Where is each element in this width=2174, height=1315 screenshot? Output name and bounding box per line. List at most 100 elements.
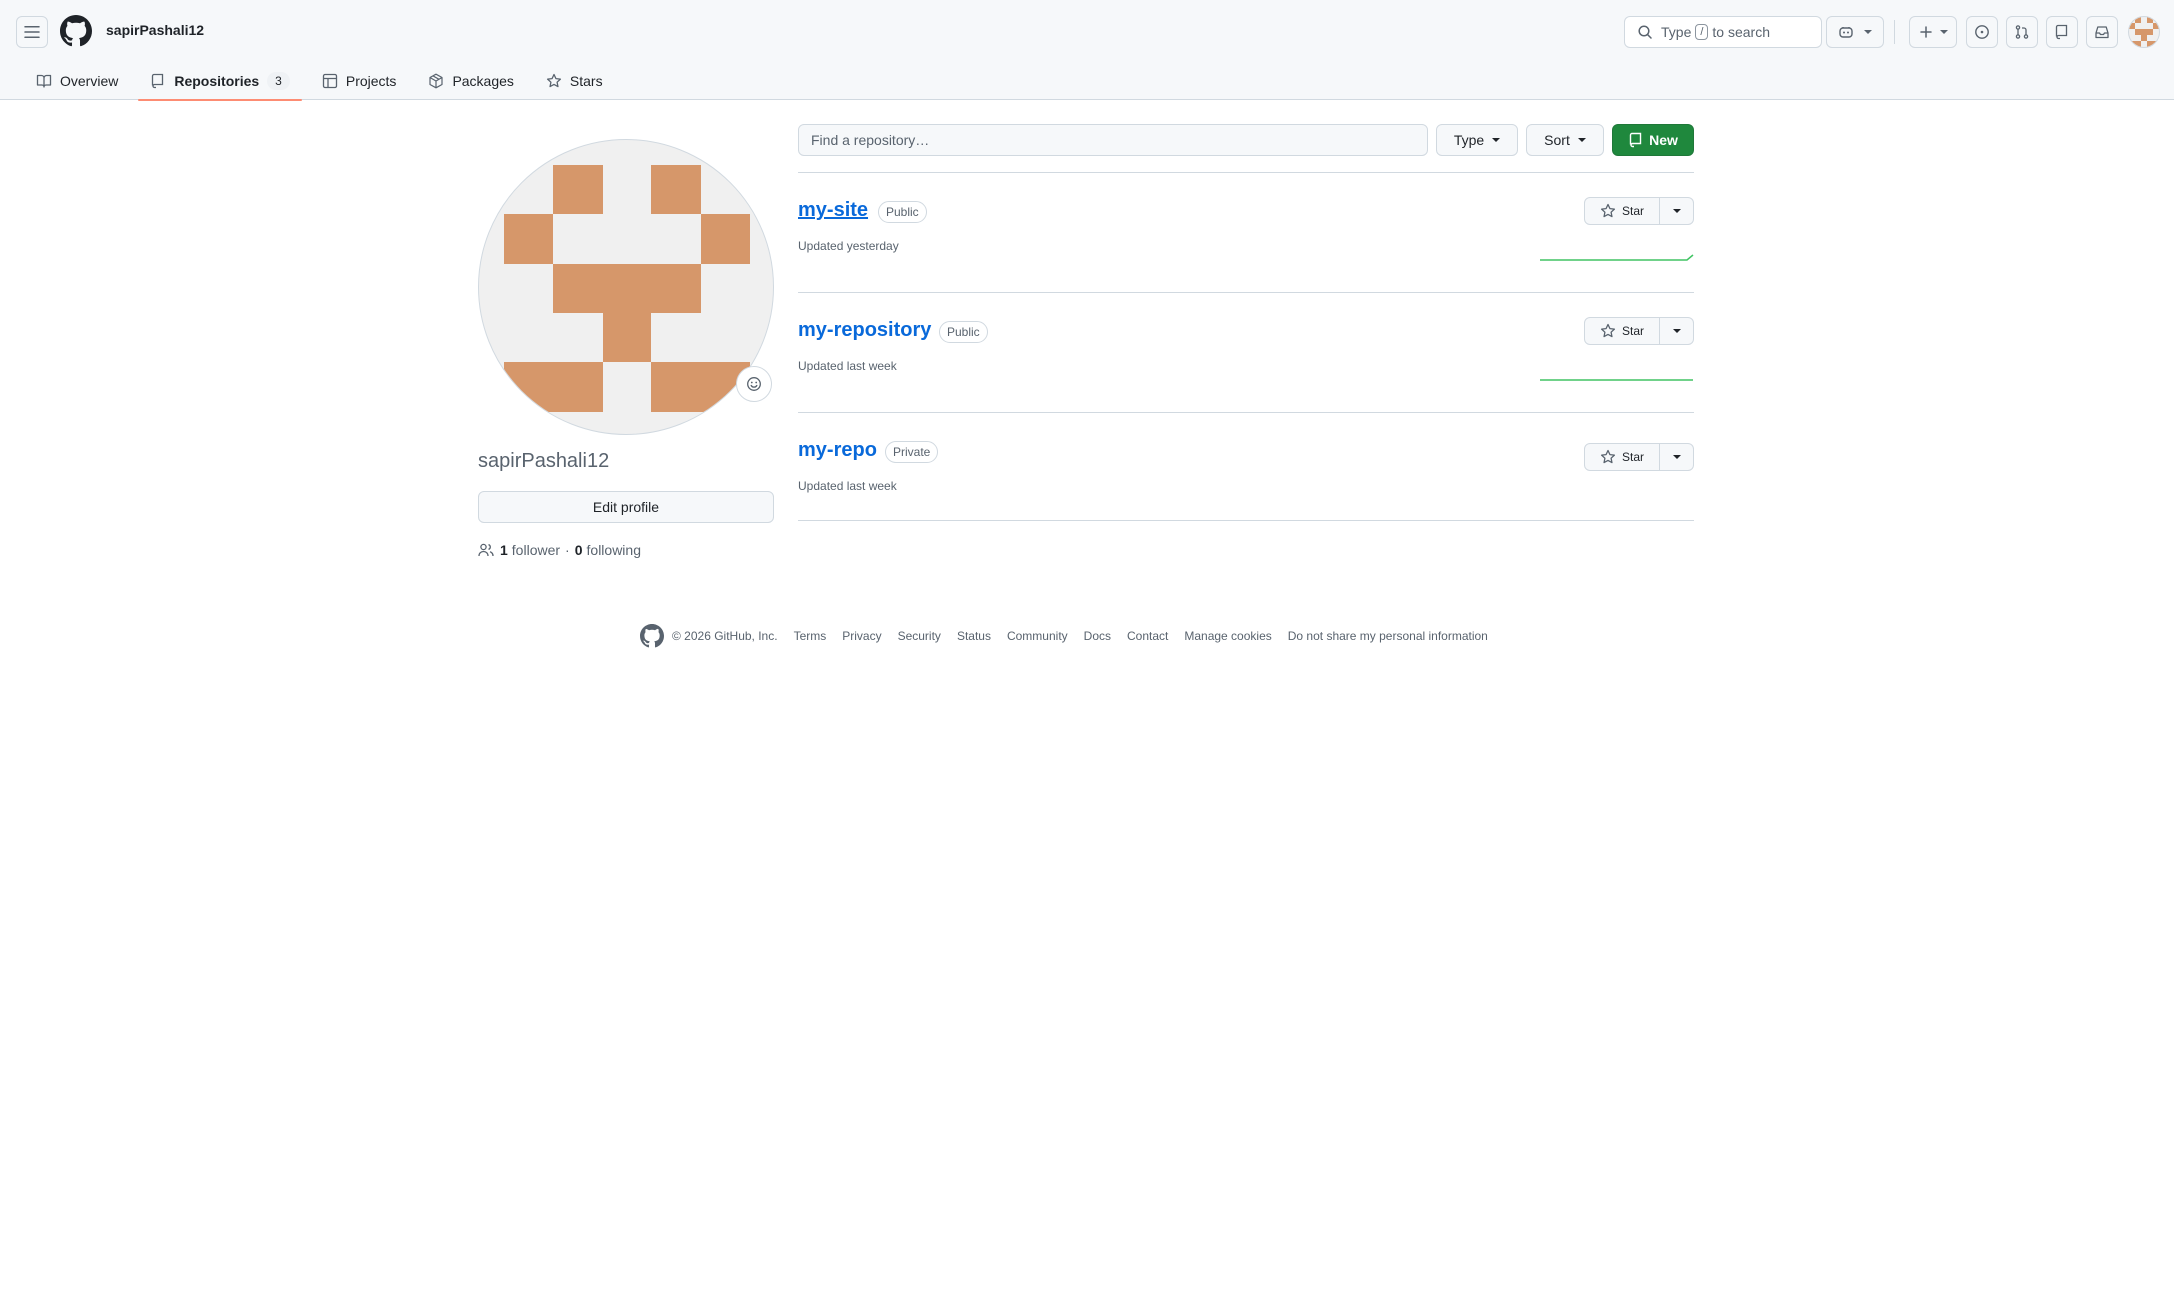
visibility-badge: Public	[878, 201, 927, 223]
edit-profile-button[interactable]: Edit profile	[478, 491, 774, 523]
repo-updated-text: Updated yesterday	[798, 239, 899, 253]
chevron-down-icon	[1864, 30, 1872, 34]
repositories-button[interactable]	[2046, 16, 2078, 48]
footer-link-docs[interactable]: Docs	[1084, 629, 1111, 643]
footer-link-manage-cookies[interactable]: Manage cookies	[1184, 629, 1271, 643]
profile-avatar[interactable]	[478, 139, 774, 435]
star-button[interactable]: Star	[1584, 443, 1660, 471]
star-list-dropdown[interactable]	[1660, 197, 1694, 225]
activity-sparkline	[1540, 379, 1693, 381]
sort-filter-button[interactable]: Sort	[1526, 124, 1604, 156]
menu-button[interactable]	[16, 16, 48, 48]
search-prefix: Type	[1661, 24, 1692, 40]
star-button[interactable]: Star	[1584, 197, 1660, 225]
search-icon	[1638, 25, 1652, 39]
star-button-label: Star	[1621, 324, 1644, 338]
github-logo-icon[interactable]	[60, 15, 92, 47]
footer-link-community[interactable]: Community	[1007, 629, 1068, 643]
repo-list-item: my-site Public Updated yesterday Star	[798, 173, 1694, 293]
repo-updated-text: Updated last week	[798, 359, 897, 373]
chevron-down-icon	[1672, 209, 1681, 213]
new-repository-button[interactable]: New	[1612, 124, 1694, 156]
star-button-group: Star	[1584, 317, 1694, 345]
tab-stars-label: Stars	[569, 73, 603, 89]
tab-repositories-label: Repositories	[174, 73, 260, 89]
footer-link-privacy[interactable]: Privacy	[842, 629, 881, 643]
star-button[interactable]: Star	[1584, 317, 1660, 345]
chevron-down-icon	[1672, 329, 1681, 333]
repo-name-link[interactable]: my-repository	[798, 319, 931, 342]
chevron-down-icon	[1492, 138, 1501, 142]
tab-repositories[interactable]: Repositories 3	[138, 62, 302, 101]
repo-name-link[interactable]: my-repo	[798, 439, 877, 462]
repo-name-link[interactable]: my-site	[798, 199, 868, 222]
following-link[interactable]: 0 following	[575, 542, 641, 558]
issues-button[interactable]	[1966, 16, 1998, 48]
star-button-group: Star	[1584, 197, 1694, 225]
copilot-icon	[1839, 27, 1853, 38]
repositories-count-badge: 3	[267, 72, 290, 90]
footer-link-do-not-share[interactable]: Do not share my personal information	[1288, 629, 1488, 643]
header-divider	[1894, 20, 1895, 44]
repo-icon	[152, 73, 164, 89]
footer-link-contact[interactable]: Contact	[1127, 629, 1168, 643]
chevron-down-icon	[1577, 138, 1586, 142]
pull-requests-button[interactable]	[2006, 16, 2038, 48]
copilot-button[interactable]	[1826, 16, 1884, 48]
visibility-badge: Public	[939, 321, 988, 343]
footer-copyright: © 2026 GitHub, Inc.	[672, 629, 778, 643]
inbox-button[interactable]	[2086, 16, 2118, 48]
star-list-dropdown[interactable]	[1660, 317, 1694, 345]
tab-overview-label: Overview	[60, 73, 119, 89]
tab-projects[interactable]: Projects	[310, 62, 409, 100]
star-list-dropdown[interactable]	[1660, 443, 1694, 471]
search-shortcut-key: /	[1695, 24, 1709, 40]
search-input[interactable]: Type / to search	[1624, 16, 1822, 48]
star-button-label: Star	[1621, 204, 1644, 218]
type-filter-button[interactable]: Type	[1436, 124, 1518, 156]
star-icon	[546, 73, 561, 88]
tab-overview[interactable]: Overview	[24, 62, 130, 100]
chevron-down-icon	[1672, 455, 1681, 459]
set-status-button[interactable]	[736, 366, 772, 402]
footer-link-security[interactable]: Security	[898, 629, 941, 643]
repo-icon	[2055, 24, 2068, 40]
identicon-avatar-icon	[2129, 17, 2159, 47]
user-avatar[interactable]	[2128, 16, 2160, 48]
footer-link-status[interactable]: Status	[957, 629, 991, 643]
star-button-label: Star	[1621, 450, 1644, 464]
chevron-down-icon	[1940, 30, 1948, 34]
find-repository-input[interactable]: Find a repository…	[798, 124, 1428, 156]
profile-tabs: Overview Repositories 3 Projects Package…	[24, 62, 623, 101]
search-suffix: to search	[1712, 24, 1771, 40]
table-icon	[322, 73, 338, 89]
following-count: 0	[574, 542, 583, 558]
following-label: following	[586, 542, 641, 558]
inbox-icon	[2095, 26, 2109, 39]
tab-packages[interactable]: Packages	[416, 62, 525, 100]
followers-count: 1	[500, 542, 508, 558]
github-mark-icon[interactable]	[640, 624, 664, 648]
star-icon	[1600, 203, 1616, 218]
issue-opened-icon	[1975, 25, 1989, 39]
repo-icon	[1629, 132, 1642, 148]
git-pull-request-icon	[2015, 25, 2029, 39]
sort-filter-label: Sort	[1544, 132, 1570, 148]
type-filter-label: Type	[1453, 132, 1485, 148]
follow-separator: ·	[565, 542, 570, 558]
repo-updated-text: Updated last week	[798, 479, 897, 493]
star-icon	[1600, 449, 1616, 464]
followers-label: follower	[511, 542, 561, 558]
create-new-button[interactable]	[1909, 16, 1957, 48]
tab-projects-label: Projects	[345, 73, 397, 89]
follow-stats: 1 follower · 0 following	[478, 542, 641, 558]
header-username[interactable]: sapirPashali12	[106, 22, 204, 38]
book-icon	[36, 74, 52, 88]
followers-link[interactable]: 1 follower	[500, 542, 560, 558]
repo-list-item: my-repo Private Updated last week Star	[798, 413, 1694, 521]
smiley-icon	[747, 377, 761, 391]
plus-icon	[1920, 26, 1932, 38]
footer-link-terms[interactable]: Terms	[794, 629, 827, 643]
tab-stars[interactable]: Stars	[534, 62, 615, 100]
repo-list-item: my-repository Public Updated last week S…	[798, 293, 1694, 413]
